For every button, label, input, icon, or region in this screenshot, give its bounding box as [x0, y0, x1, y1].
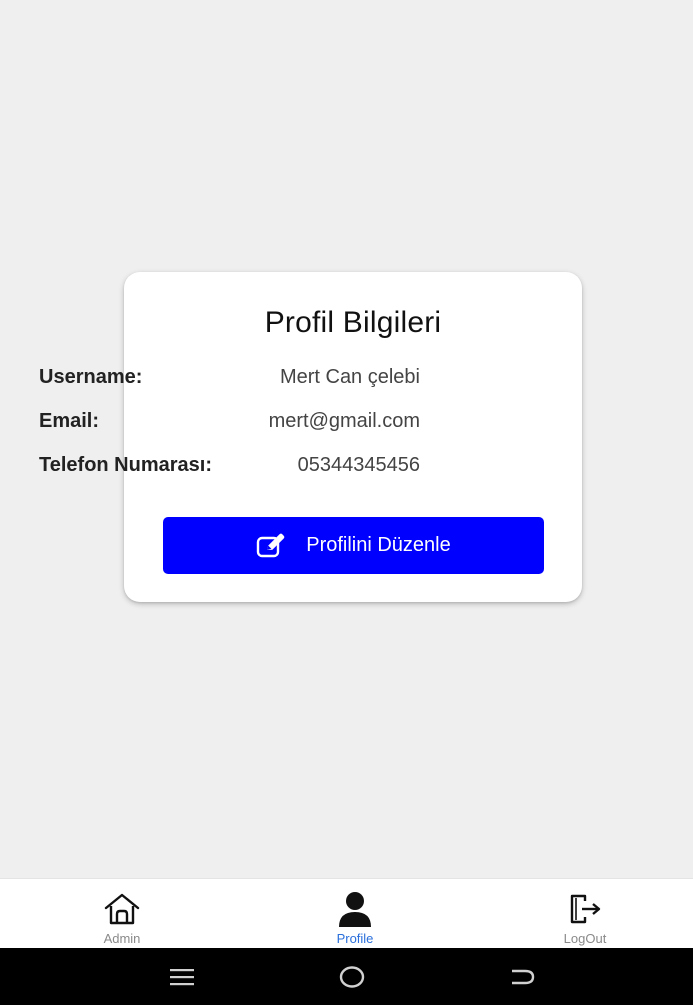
card-title: Profil Bilgileri [264, 306, 442, 339]
phone-value: 05344345456 [297, 453, 420, 476]
nav-item-admin[interactable]: Admin [52, 879, 192, 949]
nav-label-profile: Profile [336, 931, 374, 946]
system-navigation-bar [0, 948, 693, 1005]
logout-icon [565, 889, 605, 929]
username-value: Mert Can çelebi [279, 365, 420, 388]
profile-page: Profil Bilgileri Profilini Düzenle Usern… [0, 0, 693, 878]
email-value: mert@gmail.com [268, 409, 420, 432]
edit-icon [256, 533, 286, 559]
nav-item-logout[interactable]: LogOut [515, 879, 655, 949]
edit-profile-button[interactable]: Profilini Düzenle [163, 517, 544, 574]
phone-row: Telefon Numarası: 05344345456 [39, 452, 420, 478]
profile-card: Profil Bilgileri Profilini Düzenle [124, 272, 582, 602]
nav-label-logout: LogOut [563, 931, 607, 946]
bottom-navigation: Admin Profile LogOut [0, 878, 693, 948]
home-icon [102, 889, 142, 929]
person-icon [335, 889, 375, 929]
phone-label: Telefon Numarası: [39, 453, 212, 476]
email-label: Email: [39, 409, 100, 432]
edit-profile-label: Profilini Düzenle [306, 534, 451, 556]
back-icon[interactable] [502, 960, 542, 994]
home-circle-icon[interactable] [332, 960, 372, 994]
nav-item-profile[interactable]: Profile [285, 879, 425, 949]
app-screen: Profil Bilgileri Profilini Düzenle Usern… [0, 0, 693, 1005]
email-row: Email: mert@gmail.com [39, 408, 420, 434]
username-row: Username: Mert Can çelebi [39, 364, 420, 390]
nav-label-admin: Admin [103, 931, 141, 946]
username-label: Username: [39, 365, 143, 388]
menu-icon[interactable] [162, 960, 202, 994]
